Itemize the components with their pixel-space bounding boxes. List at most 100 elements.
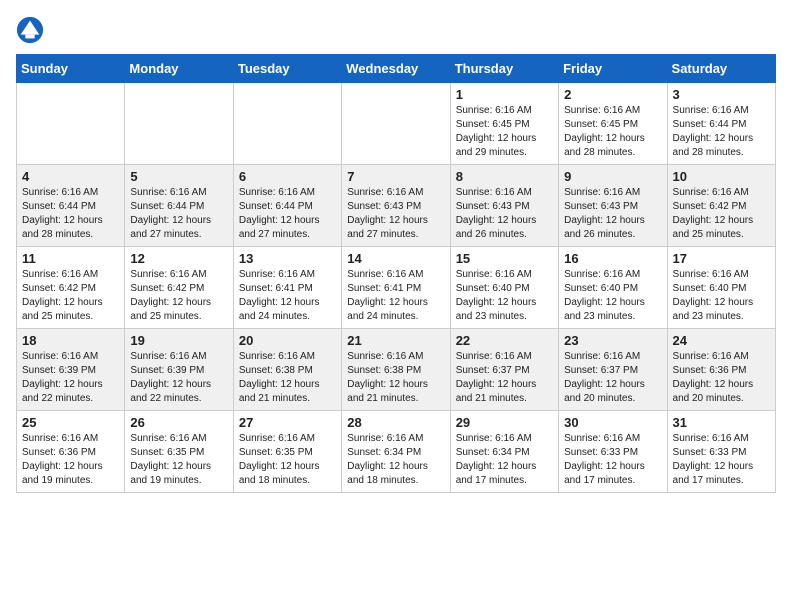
- empty-cell: [233, 83, 341, 165]
- calendar-day-14: 14 Sunrise: 6:16 AM Sunset: 6:41 PM Dayli…: [342, 247, 450, 329]
- calendar-week-row: 11 Sunrise: 6:16 AM Sunset: 6:42 PM Dayli…: [17, 247, 776, 329]
- header-saturday: Saturday: [667, 55, 775, 83]
- day-info: Sunrise: 6:16 AM Sunset: 6:40 PM Dayligh…: [564, 268, 661, 324]
- day-info: Sunrise: 6:16 AM Sunset: 6:42 PM Dayligh…: [130, 268, 227, 324]
- calendar-day-7: 7 Sunrise: 6:16 AM Sunset: 6:43 PM Daylig…: [342, 165, 450, 247]
- calendar-day-27: 27 Sunrise: 6:16 AM Sunset: 6:35 PM Dayli…: [233, 411, 341, 493]
- day-number: 4: [22, 169, 119, 184]
- day-number: 3: [673, 87, 770, 102]
- day-number: 8: [456, 169, 553, 184]
- day-info: Sunrise: 6:16 AM Sunset: 6:37 PM Dayligh…: [564, 350, 661, 406]
- day-number: 16: [564, 251, 661, 266]
- day-number: 14: [347, 251, 444, 266]
- calendar-day-16: 16 Sunrise: 6:16 AM Sunset: 6:40 PM Dayli…: [559, 247, 667, 329]
- calendar-week-row: 1 Sunrise: 6:16 AM Sunset: 6:45 PM Daylig…: [17, 83, 776, 165]
- day-info: Sunrise: 6:16 AM Sunset: 6:42 PM Dayligh…: [22, 268, 119, 324]
- day-info: Sunrise: 6:16 AM Sunset: 6:34 PM Dayligh…: [347, 432, 444, 488]
- calendar-day-30: 30 Sunrise: 6:16 AM Sunset: 6:33 PM Dayli…: [559, 411, 667, 493]
- day-info: Sunrise: 6:16 AM Sunset: 6:44 PM Dayligh…: [239, 186, 336, 242]
- calendar-day-3: 3Sunrise: 6:16 AM Sunset: 6:44 PM Daylig…: [667, 83, 775, 165]
- day-number: 11: [22, 251, 119, 266]
- empty-cell: [342, 83, 450, 165]
- day-number: 29: [456, 415, 553, 430]
- day-number: 15: [456, 251, 553, 266]
- header-thursday: Thursday: [450, 55, 558, 83]
- day-number: 18: [22, 333, 119, 348]
- calendar-header-row: SundayMondayTuesdayWednesdayThursdayFrid…: [17, 55, 776, 83]
- calendar-day-26: 26Sunrise: 6:16 AM Sunset: 6:35 PM Dayli…: [125, 411, 233, 493]
- day-number: 1: [456, 87, 553, 102]
- day-number: 30: [564, 415, 661, 430]
- empty-cell: [125, 83, 233, 165]
- day-number: 9: [564, 169, 661, 184]
- header-friday: Friday: [559, 55, 667, 83]
- day-info: Sunrise: 6:16 AM Sunset: 6:41 PM Dayligh…: [347, 268, 444, 324]
- day-number: 2: [564, 87, 661, 102]
- day-info: Sunrise: 6:16 AM Sunset: 6:45 PM Dayligh…: [564, 104, 661, 160]
- day-number: 31: [673, 415, 770, 430]
- calendar-day-21: 21 Sunrise: 6:16 AM Sunset: 6:38 PM Dayli…: [342, 329, 450, 411]
- day-number: 7: [347, 169, 444, 184]
- calendar-day-13: 13Sunrise: 6:16 AM Sunset: 6:41 PM Dayli…: [233, 247, 341, 329]
- day-info: Sunrise: 6:16 AM Sunset: 6:38 PM Dayligh…: [239, 350, 336, 406]
- header-monday: Monday: [125, 55, 233, 83]
- day-info: Sunrise: 6:16 AM Sunset: 6:45 PM Dayligh…: [456, 104, 553, 160]
- calendar-day-11: 11 Sunrise: 6:16 AM Sunset: 6:42 PM Dayli…: [17, 247, 125, 329]
- calendar-day-6: 6 Sunrise: 6:16 AM Sunset: 6:44 PM Daylig…: [233, 165, 341, 247]
- day-info: Sunrise: 6:16 AM Sunset: 6:33 PM Dayligh…: [564, 432, 661, 488]
- day-info: Sunrise: 6:16 AM Sunset: 6:36 PM Dayligh…: [673, 350, 770, 406]
- day-number: 24: [673, 333, 770, 348]
- header-sunday: Sunday: [17, 55, 125, 83]
- day-number: 22: [456, 333, 553, 348]
- calendar-day-1: 1 Sunrise: 6:16 AM Sunset: 6:45 PM Daylig…: [450, 83, 558, 165]
- day-number: 6: [239, 169, 336, 184]
- calendar-day-5: 5 Sunrise: 6:16 AM Sunset: 6:44 PM Daylig…: [125, 165, 233, 247]
- day-number: 20: [239, 333, 336, 348]
- day-info: Sunrise: 6:16 AM Sunset: 6:37 PM Dayligh…: [456, 350, 553, 406]
- calendar-day-17: 17 Sunrise: 6:16 AM Sunset: 6:40 PM Dayli…: [667, 247, 775, 329]
- header-tuesday: Tuesday: [233, 55, 341, 83]
- calendar-week-row: 25 Sunrise: 6:16 AM Sunset: 6:36 PM Dayli…: [17, 411, 776, 493]
- day-number: 17: [673, 251, 770, 266]
- calendar-day-29: 29 Sunrise: 6:16 AM Sunset: 6:34 PM Dayli…: [450, 411, 558, 493]
- day-info: Sunrise: 6:16 AM Sunset: 6:36 PM Dayligh…: [22, 432, 119, 488]
- header-wednesday: Wednesday: [342, 55, 450, 83]
- day-info: Sunrise: 6:16 AM Sunset: 6:39 PM Dayligh…: [22, 350, 119, 406]
- day-number: 13: [239, 251, 336, 266]
- day-number: 21: [347, 333, 444, 348]
- empty-cell: [17, 83, 125, 165]
- day-info: Sunrise: 6:16 AM Sunset: 6:35 PM Dayligh…: [239, 432, 336, 488]
- day-number: 25: [22, 415, 119, 430]
- calendar-table: SundayMondayTuesdayWednesdayThursdayFrid…: [16, 54, 776, 493]
- calendar-day-2: 2 Sunrise: 6:16 AM Sunset: 6:45 PM Daylig…: [559, 83, 667, 165]
- day-info: Sunrise: 6:16 AM Sunset: 6:38 PM Dayligh…: [347, 350, 444, 406]
- calendar-day-22: 22 Sunrise: 6:16 AM Sunset: 6:37 PM Dayli…: [450, 329, 558, 411]
- calendar-week-row: 18 Sunrise: 6:16 AM Sunset: 6:39 PM Dayli…: [17, 329, 776, 411]
- day-number: 27: [239, 415, 336, 430]
- day-number: 5: [130, 169, 227, 184]
- calendar-day-20: 20 Sunrise: 6:16 AM Sunset: 6:38 PM Dayli…: [233, 329, 341, 411]
- day-info: Sunrise: 6:16 AM Sunset: 6:44 PM Dayligh…: [130, 186, 227, 242]
- day-number: 28: [347, 415, 444, 430]
- day-number: 12: [130, 251, 227, 266]
- day-number: 19: [130, 333, 227, 348]
- day-info: Sunrise: 6:16 AM Sunset: 6:35 PM Dayligh…: [130, 432, 227, 488]
- calendar-day-10: 10 Sunrise: 6:16 AM Sunset: 6:42 PM Dayli…: [667, 165, 775, 247]
- day-info: Sunrise: 6:16 AM Sunset: 6:40 PM Dayligh…: [673, 268, 770, 324]
- calendar-day-19: 19 Sunrise: 6:16 AM Sunset: 6:39 PM Dayli…: [125, 329, 233, 411]
- logo: [16, 16, 46, 44]
- day-info: Sunrise: 6:16 AM Sunset: 6:40 PM Dayligh…: [456, 268, 553, 324]
- calendar-day-4: 4Sunrise: 6:16 AM Sunset: 6:44 PM Daylig…: [17, 165, 125, 247]
- logo-icon: [16, 16, 44, 44]
- day-info: Sunrise: 6:16 AM Sunset: 6:34 PM Dayligh…: [456, 432, 553, 488]
- calendar-day-25: 25 Sunrise: 6:16 AM Sunset: 6:36 PM Dayli…: [17, 411, 125, 493]
- calendar-day-23: 23 Sunrise: 6:16 AM Sunset: 6:37 PM Dayli…: [559, 329, 667, 411]
- day-info: Sunrise: 6:16 AM Sunset: 6:43 PM Dayligh…: [456, 186, 553, 242]
- day-number: 23: [564, 333, 661, 348]
- day-info: Sunrise: 6:16 AM Sunset: 6:42 PM Dayligh…: [673, 186, 770, 242]
- day-info: Sunrise: 6:16 AM Sunset: 6:43 PM Dayligh…: [564, 186, 661, 242]
- day-info: Sunrise: 6:16 AM Sunset: 6:43 PM Dayligh…: [347, 186, 444, 242]
- day-number: 10: [673, 169, 770, 184]
- calendar-day-8: 8 Sunrise: 6:16 AM Sunset: 6:43 PM Daylig…: [450, 165, 558, 247]
- day-info: Sunrise: 6:16 AM Sunset: 6:39 PM Dayligh…: [130, 350, 227, 406]
